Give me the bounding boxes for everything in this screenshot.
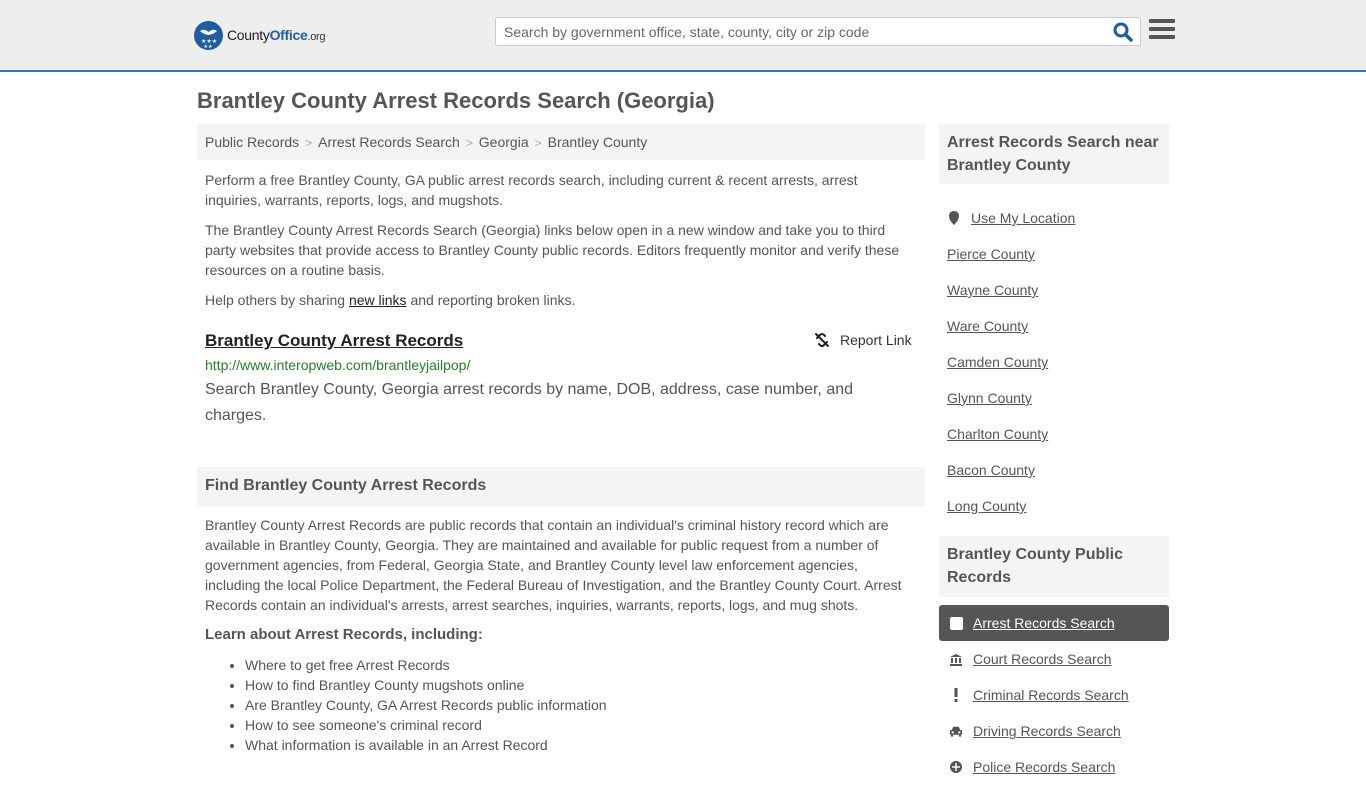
breadcrumb-separator: > [534, 136, 542, 150]
breadcrumb-georgia[interactable]: Georgia [479, 134, 529, 150]
nearby-county-link[interactable]: Bacon County [947, 462, 1035, 478]
list-item: How to find Brantley County mugshots onl… [245, 675, 607, 695]
site-logo[interactable]: ★★★ ★★ CountyOffice.org [194, 20, 326, 50]
exclamation-icon [949, 688, 963, 702]
logo-text-county: County [227, 27, 270, 43]
menu-bar-icon [1149, 19, 1175, 23]
page-title: Brantley County Arrest Records Search (G… [197, 88, 715, 113]
intro-text: and reporting broken links. [406, 292, 576, 308]
result-url-link[interactable]: http://www.interopweb.com/brantleyjailpo… [205, 357, 470, 373]
hamburger-menu-button[interactable] [1149, 19, 1175, 43]
intro-paragraph-1: Perform a free Brantley County, GA publi… [205, 172, 858, 208]
logo-wordmark: CountyOffice.org [227, 27, 326, 43]
nearby-county-item[interactable]: Pierce County [947, 236, 1075, 272]
nearby-county-item[interactable]: Glynn County [947, 380, 1075, 416]
breadcrumb-separator: > [305, 136, 313, 150]
menu-bar-icon [1149, 35, 1175, 39]
breadcrumb-public-records[interactable]: Public Records [205, 134, 299, 150]
search-input[interactable] [496, 18, 1096, 45]
sidebar-item-police-records[interactable]: Police Records Search [939, 749, 1169, 785]
sidebar-near-heading: Arrest Records Search near Brantley Coun… [939, 124, 1169, 184]
sidebar-item-criminal-records[interactable]: Criminal Records Search [939, 677, 1169, 713]
police-icon [949, 760, 963, 774]
new-links-link[interactable]: new links [349, 292, 407, 308]
list-item: What information is available in an Arre… [245, 735, 607, 755]
sidebar-item-label[interactable]: Driving Records Search [973, 723, 1121, 739]
learn-heading: Learn about Arrest Records, including: [205, 626, 483, 643]
intro-text: Help others by sharing [205, 292, 349, 308]
report-link-label: Report Link [840, 332, 912, 348]
eagle-logo-icon: ★★★ ★★ [194, 20, 223, 50]
nearby-county-link[interactable]: Long County [947, 498, 1026, 514]
logo-text-org: .org [307, 31, 326, 43]
breadcrumb-arrest-records-search[interactable]: Arrest Records Search [318, 134, 460, 150]
list-item: Where to get free Arrest Records [245, 655, 607, 675]
nearby-county-item[interactable]: Charlton County [947, 416, 1075, 452]
find-section-body: Brantley County Arrest Records are publi… [205, 517, 902, 613]
nearby-county-link[interactable]: Ware County [947, 318, 1028, 334]
breadcrumb-separator: > [465, 136, 473, 150]
sidebar-item-label[interactable]: Court Records Search [973, 651, 1112, 667]
broken-link-icon [815, 333, 829, 347]
search-icon [1113, 22, 1133, 42]
svg-text:★★: ★★ [204, 44, 213, 50]
nearby-county-link[interactable]: Camden County [947, 354, 1048, 370]
square-icon [949, 616, 963, 630]
nearby-counties-list: Use My Location Pierce County Wayne Coun… [947, 200, 1075, 524]
sidebar-item-arrest-records[interactable]: Arrest Records Search [939, 605, 1169, 641]
list-item: How to see someone's criminal record [245, 715, 607, 735]
search-button[interactable] [1112, 21, 1136, 43]
sidebar-public-records-heading: Brantley County Public Records [939, 536, 1169, 597]
nearby-county-link[interactable]: Pierce County [947, 246, 1035, 262]
sidebar-item-label[interactable]: Police Records Search [973, 759, 1115, 775]
use-my-location-link[interactable]: Use My Location [971, 210, 1075, 226]
intro-paragraph-3: Help others by sharing new links and rep… [197, 290, 583, 310]
car-icon [949, 725, 963, 737]
result-description: Search Brantley County, Georgia arrest r… [205, 381, 854, 424]
map-pin-icon [949, 211, 959, 225]
breadcrumb-brantley-county: Brantley County [547, 134, 648, 150]
logo-text-office: Office [269, 27, 308, 43]
breadcrumb: Public Records > Arrest Records Search > Geo… [197, 124, 925, 160]
courthouse-icon [949, 653, 963, 666]
menu-bar-icon [1149, 27, 1175, 31]
find-section-heading: Find Brantley County Arrest Records [197, 467, 925, 507]
use-my-location-item[interactable]: Use My Location [947, 200, 1075, 236]
result-title-link[interactable]: Brantley County Arrest Records [205, 331, 463, 351]
nearby-county-link[interactable]: Charlton County [947, 426, 1048, 442]
intro-paragraph-2: The Brantley County Arrest Records Searc… [205, 222, 900, 278]
sidebar-item-label[interactable]: Arrest Records Search [973, 615, 1115, 631]
sidebar-item-court-records[interactable]: Court Records Search [939, 641, 1169, 677]
site-header: ★★★ ★★ CountyOffice.org [0, 0, 1366, 72]
nearby-county-item[interactable]: Camden County [947, 344, 1075, 380]
learn-list: Where to get free Arrest Records How to … [245, 655, 607, 755]
public-records-list: Arrest Records Search Court Records Sear… [939, 605, 1169, 785]
list-item: Are Brantley County, GA Arrest Records p… [245, 695, 607, 715]
nearby-county-link[interactable]: Wayne County [947, 282, 1038, 298]
nearby-county-item[interactable]: Bacon County [947, 452, 1075, 488]
report-link-button[interactable]: Report Link [814, 332, 912, 348]
nearby-county-item[interactable]: Long County [947, 488, 1075, 524]
sidebar-item-label[interactable]: Criminal Records Search [973, 687, 1129, 703]
nearby-county-item[interactable]: Wayne County [947, 272, 1075, 308]
nearby-county-link[interactable]: Glynn County [947, 390, 1032, 406]
nearby-county-item[interactable]: Ware County [947, 308, 1075, 344]
search-box [495, 17, 1141, 46]
sidebar-item-driving-records[interactable]: Driving Records Search [939, 713, 1169, 749]
